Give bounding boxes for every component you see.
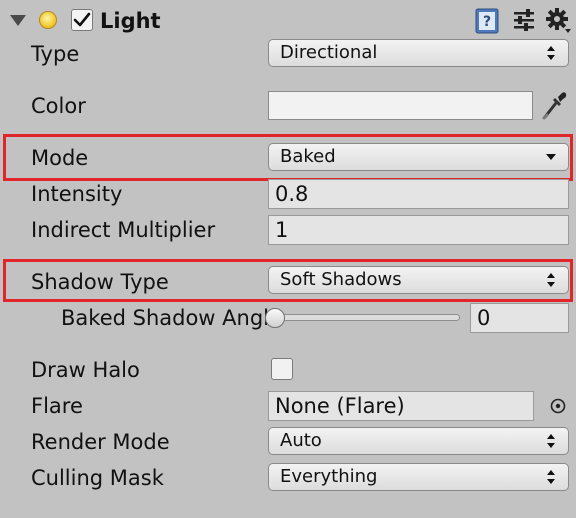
flare-object-field[interactable]: None (Flare)	[268, 391, 534, 421]
intensity-field[interactable]: 0.8	[268, 179, 569, 209]
gear-icon[interactable]	[546, 7, 572, 37]
mode-label: Mode	[31, 146, 89, 170]
render-mode-label: Render Mode	[31, 430, 170, 454]
type-value: Directional	[280, 42, 378, 63]
light-bulb-icon	[39, 11, 57, 29]
culling-mask-value: Everything	[280, 466, 378, 487]
render-mode-dropdown[interactable]: Auto	[268, 427, 569, 455]
type-dropdown[interactable]: Directional	[268, 39, 569, 67]
help-book-icon[interactable]: ?	[475, 8, 499, 38]
draw-halo-label: Draw Halo	[31, 358, 140, 382]
intensity-label: Intensity	[31, 182, 123, 206]
eyedropper-icon[interactable]	[541, 89, 569, 125]
foldout-arrow-icon[interactable]	[10, 15, 26, 26]
flare-label: Flare	[31, 394, 83, 418]
shadow-type-label: Shadow Type	[31, 270, 169, 294]
up-down-arrows-icon	[547, 46, 556, 60]
baked-shadow-angle-label: Baked Shadow Angl	[61, 306, 268, 330]
presets-sliders-icon[interactable]	[512, 8, 536, 36]
svg-text:?: ?	[483, 14, 491, 30]
baked-shadow-angle-field[interactable]: 0	[470, 303, 569, 333]
up-down-arrows-icon	[547, 273, 556, 287]
indirect-multiplier-label: Indirect Multiplier	[31, 218, 216, 242]
baked-shadow-angle-slider-track[interactable]	[272, 314, 460, 321]
culling-mask-label: Culling Mask	[31, 466, 164, 490]
baked-shadow-angle-slider-thumb[interactable]	[265, 308, 285, 328]
component-title: Light	[100, 9, 161, 33]
up-down-arrows-icon	[547, 434, 556, 448]
mode-dropdown[interactable]: Baked	[268, 143, 569, 171]
indirect-multiplier-field[interactable]: 1	[268, 215, 569, 245]
shadow-type-value: Soft Shadows	[280, 269, 402, 290]
chevron-down-icon	[546, 154, 556, 160]
checkmark-icon	[73, 12, 91, 27]
mode-value: Baked	[280, 146, 336, 167]
object-picker-icon[interactable]	[549, 397, 567, 419]
culling-mask-dropdown[interactable]: Everything	[268, 463, 569, 491]
render-mode-value: Auto	[280, 430, 322, 451]
shadow-type-dropdown[interactable]: Soft Shadows	[268, 266, 569, 294]
type-label: Type	[31, 42, 80, 66]
color-label: Color	[31, 94, 86, 118]
color-swatch[interactable]	[268, 91, 533, 120]
up-down-arrows-icon	[547, 470, 556, 484]
draw-halo-checkbox[interactable]	[271, 358, 293, 380]
enabled-checkbox[interactable]	[71, 9, 93, 31]
